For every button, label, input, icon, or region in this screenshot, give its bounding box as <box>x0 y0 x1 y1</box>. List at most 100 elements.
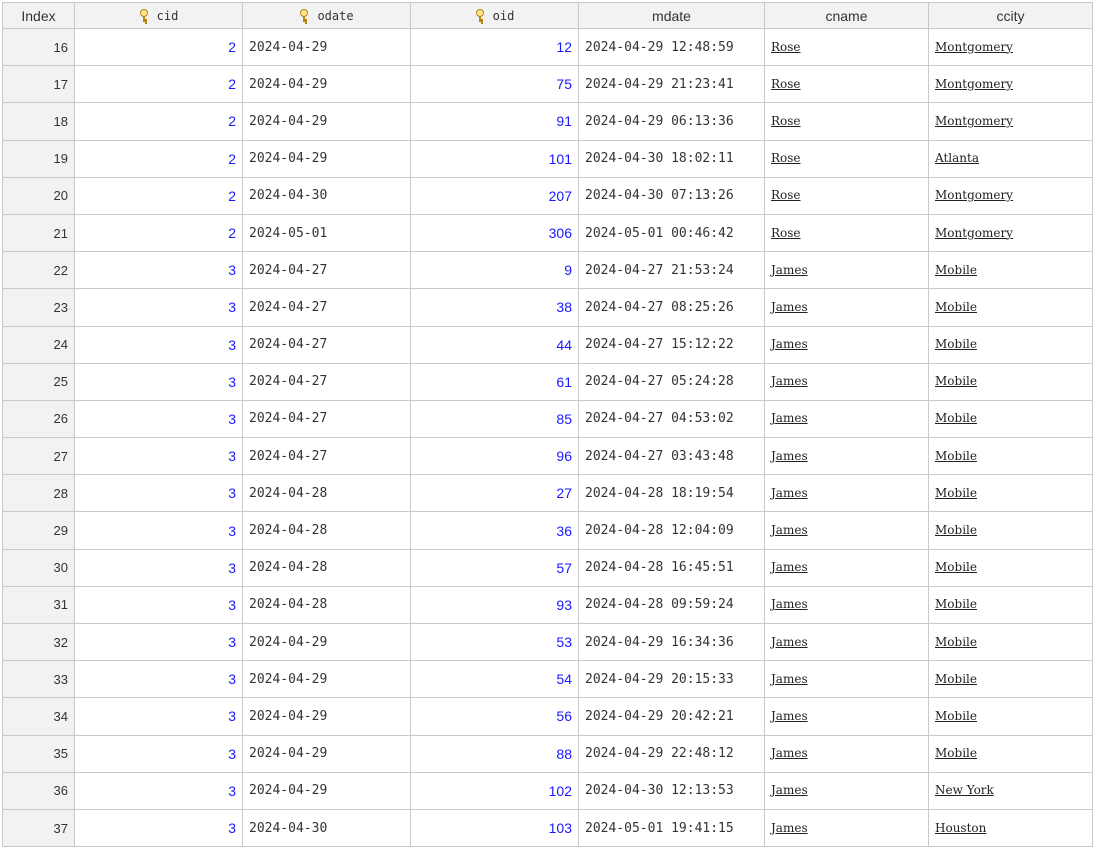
cname-link[interactable]: James <box>771 300 808 314</box>
row-index-cell[interactable]: 16 <box>2 27 75 67</box>
table-row[interactable]: 17 2 2024-04-29 75 2024-04-29 21:23:41 Rose Mo… <box>2 65 1093 104</box>
cname-cell[interactable]: James <box>764 734 929 773</box>
cname-cell[interactable]: James <box>764 437 929 476</box>
oid-cell[interactable]: 56 <box>410 697 579 736</box>
ccity-cell[interactable]: Mobile <box>928 697 1093 736</box>
cname-cell[interactable]: Rose <box>764 176 929 215</box>
cname-link[interactable]: James <box>771 523 808 537</box>
column-header-oid[interactable]: oid <box>410 2 579 29</box>
odate-cell[interactable]: 2024-04-27 <box>242 362 411 401</box>
mdate-cell[interactable]: 2024-04-27 21:53:24 <box>578 251 765 290</box>
row-index-cell[interactable]: 25 <box>2 362 75 401</box>
row-index-cell[interactable]: 31 <box>2 585 75 625</box>
row-index-cell[interactable]: 17 <box>2 65 75 104</box>
cname-cell[interactable]: James <box>764 622 929 662</box>
ccity-cell[interactable]: Mobile <box>928 399 1093 439</box>
mdate-cell[interactable]: 2024-04-29 12:48:59 <box>578 27 765 67</box>
ccity-cell[interactable]: Montgomery <box>928 176 1093 215</box>
odate-cell[interactable]: 2024-04-29 <box>242 660 411 699</box>
row-index-cell[interactable]: 29 <box>2 511 75 550</box>
table-row[interactable]: 31 3 2024-04-28 93 2024-04-28 09:59:24 James M… <box>2 585 1093 625</box>
row-index-cell[interactable]: 27 <box>2 437 75 476</box>
ccity-link[interactable]: Mobile <box>935 263 977 277</box>
ccity-link[interactable]: Mobile <box>935 560 977 574</box>
odate-cell[interactable]: 2024-04-29 <box>242 102 411 141</box>
table-row[interactable]: 18 2 2024-04-29 91 2024-04-29 06:13:36 Rose Mo… <box>2 102 1093 141</box>
oid-cell[interactable]: 85 <box>410 399 579 439</box>
table-row[interactable]: 35 3 2024-04-29 88 2024-04-29 22:48:12 James M… <box>2 734 1093 773</box>
table-row[interactable]: 29 3 2024-04-28 36 2024-04-28 12:04:09 James M… <box>2 511 1093 550</box>
cid-cell[interactable]: 3 <box>74 325 243 364</box>
ccity-cell[interactable]: Mobile <box>928 548 1093 587</box>
oid-cell[interactable]: 44 <box>410 325 579 364</box>
row-index-cell[interactable]: 19 <box>2 139 75 178</box>
row-index-cell[interactable]: 26 <box>2 399 75 439</box>
cname-cell[interactable]: James <box>764 548 929 587</box>
oid-cell[interactable]: 53 <box>410 622 579 662</box>
ccity-cell[interactable]: Mobile <box>928 660 1093 699</box>
ccity-link[interactable]: New York <box>935 783 994 797</box>
ccity-link[interactable]: Mobile <box>935 374 977 388</box>
mdate-cell[interactable]: 2024-05-01 19:41:15 <box>578 808 765 848</box>
ccity-cell[interactable]: Montgomery <box>928 102 1093 141</box>
cid-cell[interactable]: 2 <box>74 139 243 178</box>
ccity-link[interactable]: Montgomery <box>935 77 1013 91</box>
column-header-cname[interactable]: cname <box>764 2 929 29</box>
mdate-cell[interactable]: 2024-04-28 12:04:09 <box>578 511 765 550</box>
cname-cell[interactable]: James <box>764 660 929 699</box>
table-row[interactable]: 22 3 2024-04-27 9 2024-04-27 21:53:24 James Mo… <box>2 251 1093 290</box>
table-row[interactable]: 32 3 2024-04-29 53 2024-04-29 16:34:36 James M… <box>2 622 1093 662</box>
odate-cell[interactable]: 2024-04-27 <box>242 251 411 290</box>
oid-cell[interactable]: 38 <box>410 288 579 327</box>
odate-cell[interactable]: 2024-04-29 <box>242 771 411 810</box>
row-index-cell[interactable]: 18 <box>2 102 75 141</box>
oid-cell[interactable]: 102 <box>410 771 579 810</box>
ccity-cell[interactable]: Montgomery <box>928 213 1093 253</box>
cid-cell[interactable]: 3 <box>74 511 243 550</box>
oid-cell[interactable]: 75 <box>410 65 579 104</box>
mdate-cell[interactable]: 2024-04-29 22:48:12 <box>578 734 765 773</box>
cid-cell[interactable]: 3 <box>74 399 243 439</box>
table-row[interactable]: 26 3 2024-04-27 85 2024-04-27 04:53:02 James M… <box>2 399 1093 439</box>
mdate-cell[interactable]: 2024-04-28 18:19:54 <box>578 474 765 513</box>
row-index-cell[interactable]: 28 <box>2 474 75 513</box>
oid-cell[interactable]: 306 <box>410 213 579 253</box>
odate-cell[interactable]: 2024-04-27 <box>242 437 411 476</box>
odate-cell[interactable]: 2024-04-29 <box>242 65 411 104</box>
cname-cell[interactable]: James <box>764 808 929 848</box>
cname-cell[interactable]: James <box>764 288 929 327</box>
ccity-link[interactable]: Montgomery <box>935 114 1013 128</box>
cname-link[interactable]: James <box>771 672 808 686</box>
ccity-link[interactable]: Montgomery <box>935 226 1013 240</box>
oid-cell[interactable]: 91 <box>410 102 579 141</box>
cid-cell[interactable]: 2 <box>74 176 243 215</box>
ccity-link[interactable]: Mobile <box>935 449 977 463</box>
cid-cell[interactable]: 2 <box>74 213 243 253</box>
ccity-cell[interactable]: Mobile <box>928 622 1093 662</box>
cname-link[interactable]: James <box>771 449 808 463</box>
cid-cell[interactable]: 2 <box>74 27 243 67</box>
table-row[interactable]: 24 3 2024-04-27 44 2024-04-27 15:12:22 James M… <box>2 325 1093 364</box>
odate-cell[interactable]: 2024-04-29 <box>242 27 411 67</box>
ccity-link[interactable]: Mobile <box>935 411 977 425</box>
mdate-cell[interactable]: 2024-04-30 07:13:26 <box>578 176 765 215</box>
mdate-cell[interactable]: 2024-04-29 16:34:36 <box>578 622 765 662</box>
oid-cell[interactable]: 93 <box>410 585 579 625</box>
mdate-cell[interactable]: 2024-04-27 04:53:02 <box>578 399 765 439</box>
cname-cell[interactable]: Rose <box>764 65 929 104</box>
oid-cell[interactable]: 103 <box>410 808 579 848</box>
odate-cell[interactable]: 2024-05-01 <box>242 213 411 253</box>
table-row[interactable]: 20 2 2024-04-30 207 2024-04-30 07:13:26 Rose M… <box>2 176 1093 215</box>
oid-cell[interactable]: 27 <box>410 474 579 513</box>
table-row[interactable]: 34 3 2024-04-29 56 2024-04-29 20:42:21 James M… <box>2 697 1093 736</box>
oid-cell[interactable]: 96 <box>410 437 579 476</box>
cname-link[interactable]: James <box>771 374 808 388</box>
oid-cell[interactable]: 36 <box>410 511 579 550</box>
ccity-link[interactable]: Atlanta <box>935 151 979 165</box>
row-index-cell[interactable]: 33 <box>2 660 75 699</box>
ccity-cell[interactable]: Montgomery <box>928 65 1093 104</box>
column-header-cid[interactable]: cid <box>74 2 243 29</box>
ccity-cell[interactable]: Mobile <box>928 288 1093 327</box>
cname-cell[interactable]: James <box>764 325 929 364</box>
table-row[interactable]: 19 2 2024-04-29 101 2024-04-30 18:02:11 Rose A… <box>2 139 1093 178</box>
